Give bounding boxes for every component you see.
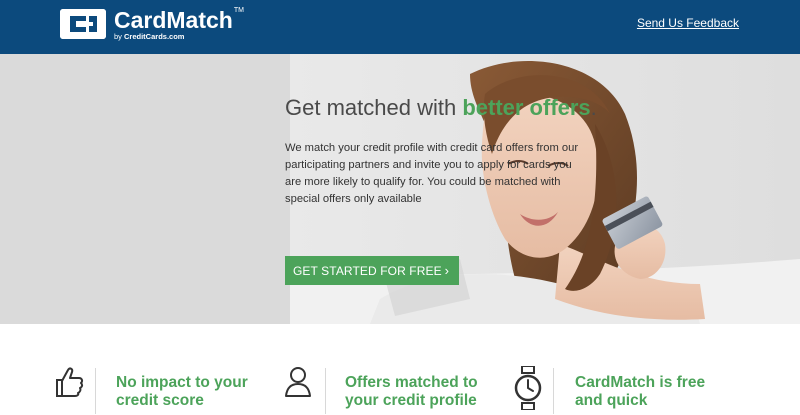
logo-wordmark: CardMatchTM by CreditCards.com bbox=[114, 7, 244, 41]
thumbs-up-icon bbox=[54, 366, 84, 403]
feature-text: Offers matched to your credit profile bbox=[345, 374, 478, 410]
get-started-button[interactable]: GET STARTED FOR FREE › bbox=[285, 256, 459, 285]
send-feedback-link[interactable]: Send Us Feedback bbox=[637, 16, 739, 30]
cardmatch-logo[interactable]: CardMatchTM by CreditCards.com bbox=[60, 7, 244, 41]
logo-mark-icon bbox=[60, 9, 106, 39]
hero-banner: Get matched with better offers. We match… bbox=[0, 54, 800, 324]
hero-copy: Get matched with better offers. We match… bbox=[285, 96, 605, 208]
chevron-right-icon: › bbox=[444, 263, 449, 278]
hero-title-plain: Get matched with bbox=[285, 95, 463, 120]
feature-divider bbox=[553, 368, 554, 414]
feature-line-1: Offers matched to bbox=[345, 374, 478, 391]
hero-title-highlight: better offers bbox=[462, 95, 591, 120]
feature-text: No impact to your credit score bbox=[116, 374, 248, 410]
feature-line-1: No impact to your bbox=[116, 374, 248, 391]
stopwatch-icon bbox=[513, 365, 543, 415]
feature-line-2: and quick bbox=[575, 392, 648, 409]
feature-divider bbox=[325, 368, 326, 414]
hero-description: We match your credit profile with credit… bbox=[285, 142, 579, 205]
get-started-label: GET STARTED FOR FREE bbox=[293, 263, 442, 278]
byline-brand: CreditCards.com bbox=[124, 32, 185, 41]
trademark: TM bbox=[233, 7, 244, 14]
person-icon bbox=[284, 366, 312, 403]
feature-divider bbox=[95, 368, 96, 414]
logo-byline: by CreditCards.com bbox=[114, 33, 244, 41]
features-section: No impact to your credit score Offers ma… bbox=[0, 324, 800, 414]
feature-line-2: credit score bbox=[116, 392, 204, 409]
site-header: CardMatchTM by CreditCards.com Send Us F… bbox=[0, 0, 800, 54]
feature-text: CardMatch is free and quick bbox=[575, 374, 705, 410]
brand-name: CardMatch bbox=[114, 7, 233, 33]
hero-title: Get matched with better offers. bbox=[285, 96, 605, 120]
byline-prefix: by bbox=[114, 32, 122, 41]
feature-line-2: your credit profile bbox=[345, 392, 477, 409]
feature-line-1: CardMatch is free bbox=[575, 374, 706, 391]
hero-title-end: . bbox=[590, 95, 597, 120]
